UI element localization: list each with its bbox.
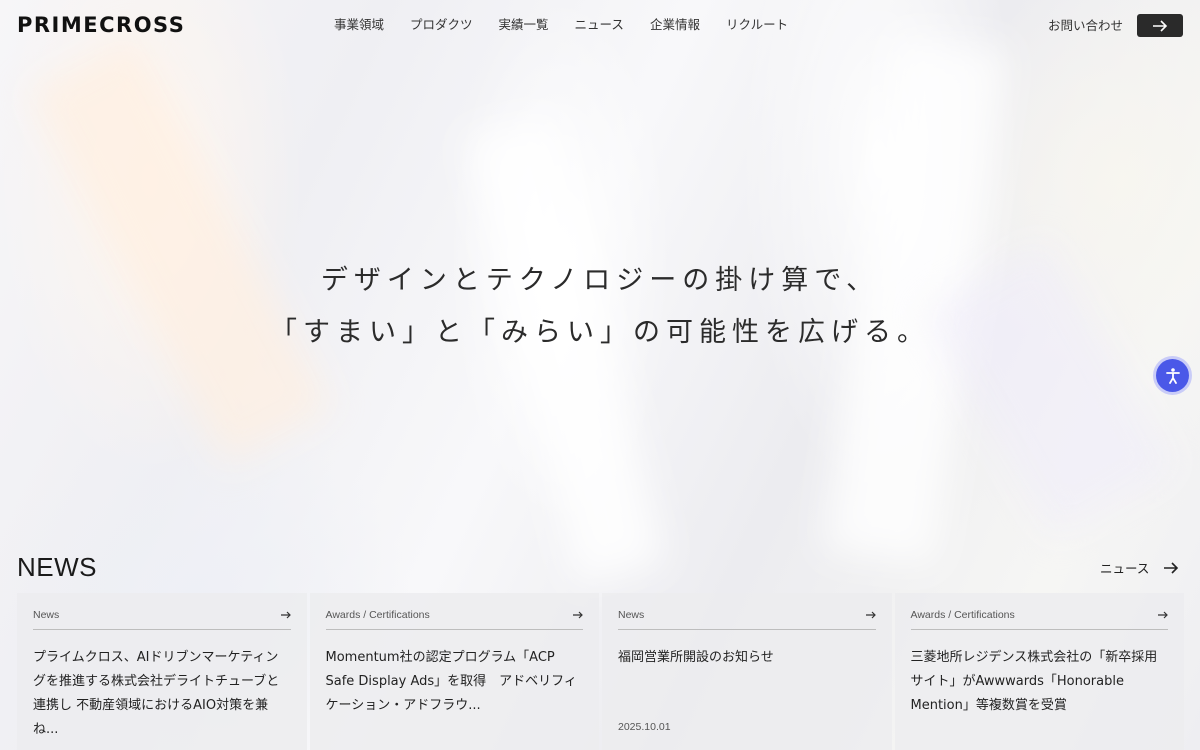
card-title: 三菱地所レジデンス株式会社の「新卒採用サイト」がAwwwards「Honorab… [910, 650, 1158, 713]
card-title: Momentum社の認定プログラム「ACP Safe Display Ads」を… [325, 650, 577, 713]
card-category-row: News [33, 609, 291, 630]
site-header: PRIMECROSS 事業領域 プロダクツ 実績一覧 ニュース 企業情報 リクル… [0, 0, 1200, 52]
nav-item-works[interactable]: 実績一覧 [499, 16, 549, 34]
arrow-right-icon [1153, 19, 1168, 32]
card-title: 福岡営業所開設のお知らせ [618, 650, 774, 665]
nav-item-company[interactable]: 企業情報 [650, 16, 700, 34]
news-more-link[interactable]: ニュース [1100, 558, 1179, 577]
news-card[interactable]: News 福岡営業所開設のお知らせ 2025.10.01 [602, 593, 892, 750]
card-category-row: News [618, 609, 876, 630]
nav-item-products[interactable]: プロダクツ [410, 16, 473, 34]
accessibility-icon [1165, 367, 1180, 384]
news-more-label: ニュース [1100, 561, 1150, 576]
nav-item-recruit[interactable]: リクルート [726, 16, 788, 34]
arrow-right-icon [573, 611, 583, 619]
accessibility-button[interactable] [1156, 359, 1189, 392]
card-category-row: Awards / Certifications [325, 609, 583, 630]
arrow-right-icon [1164, 561, 1179, 574]
main-nav: 事業領域 プロダクツ 実績一覧 ニュース 企業情報 リクルート [334, 16, 814, 34]
news-card[interactable]: News プライムクロス、AIドリブンマーケティングを推進する株式会社デライトチ… [17, 593, 307, 750]
card-category-row: Awards / Certifications [910, 609, 1168, 630]
hero-line-1: デザインとテクノロジーの掛け算で、 [320, 265, 880, 296]
card-category: News [618, 609, 645, 621]
arrow-right-icon [865, 611, 876, 619]
news-heading: NEWS [17, 552, 97, 582]
nav-item-news[interactable]: ニュース [575, 16, 624, 34]
news-card[interactable]: Awards / Certifications Momentum社の認定プログラ… [309, 593, 599, 750]
card-category: News [33, 609, 60, 621]
contact-link[interactable]: お問い合わせ [1048, 17, 1123, 35]
nav-item-business[interactable]: 事業領域 [334, 16, 384, 34]
card-category: Awards / Certifications [325, 609, 430, 621]
arrow-right-icon [1158, 611, 1168, 619]
card-category: Awards / Certifications [910, 609, 1015, 621]
card-date: 2025.10.01 [618, 721, 671, 733]
brand-logo[interactable]: PRIMECROSS [17, 12, 185, 38]
contact-button[interactable] [1137, 14, 1183, 37]
card-title: プライムクロス、AIドリブンマーケティングを推進する株式会社デライトチューブと連… [33, 650, 280, 737]
news-card[interactable]: Awards / Certifications 三菱地所レジデンス株式会社の「新… [894, 593, 1184, 750]
hero-line-2: 「すまい」と「みらい」の可能性を広げる。 [270, 317, 930, 348]
arrow-right-icon [280, 611, 291, 619]
news-card-list: News プライムクロス、AIドリブンマーケティングを推進する株式会社デライトチ… [17, 593, 1184, 750]
hero-headline: デザインとテクノロジーの掛け算で、 「すまい」と「みらい」の可能性を広げる。 [0, 255, 1200, 359]
